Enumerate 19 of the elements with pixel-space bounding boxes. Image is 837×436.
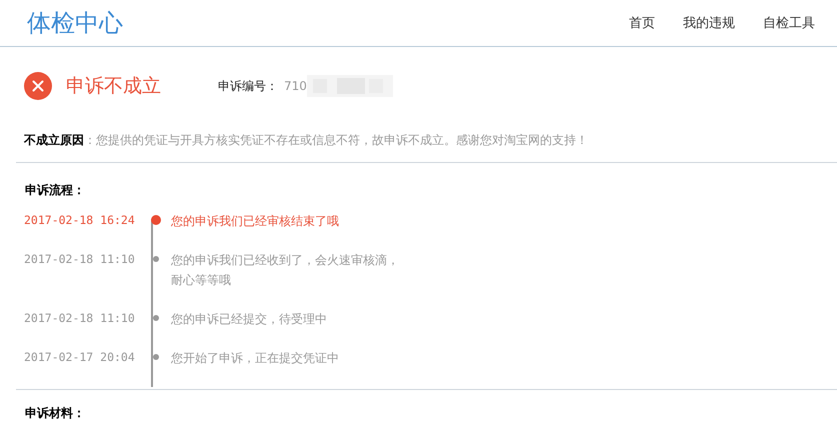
nav-link[interactable]: 自检工具 bbox=[763, 14, 815, 32]
nav-link[interactable]: 首页 bbox=[629, 14, 655, 32]
step-text: 您的申诉我们已经审核结束了哦 bbox=[171, 213, 340, 230]
section-heading: 申诉流程： bbox=[24, 182, 86, 199]
step-time: 2017-02-17 20:04 bbox=[24, 349, 136, 366]
step-time: 2017-02-18 11:10 bbox=[24, 251, 136, 268]
nav-link[interactable]: 我的违规 bbox=[683, 14, 735, 32]
appeal-number: 710 bbox=[284, 79, 307, 93]
step-time: 2017-02-18 11:10 bbox=[24, 310, 136, 327]
status-title: 申诉不成立 bbox=[66, 74, 162, 99]
step-time: 2017-02-18 16:24 bbox=[24, 212, 136, 229]
step-text: 您的申诉我们已经收到了，会火速审核滴，耐心等等哦 bbox=[171, 252, 400, 289]
reason-text: 不成立原因：您提供的凭证与开具方核实凭证不存在或信息不符，故申诉不成立。感谢您对淘宝网的支持！ bbox=[24, 132, 589, 149]
error-icon bbox=[24, 72, 52, 100]
step-text: 您开始了申诉，正在提交凭证中 bbox=[171, 350, 340, 367]
appeal-number-label: 申诉编号： bbox=[218, 78, 278, 94]
site-logo[interactable]: 体检中心 bbox=[27, 7, 123, 39]
section-heading: 申诉材料： bbox=[24, 405, 86, 420]
step-text: 您的申诉已经提交，待受理中 bbox=[171, 311, 328, 328]
